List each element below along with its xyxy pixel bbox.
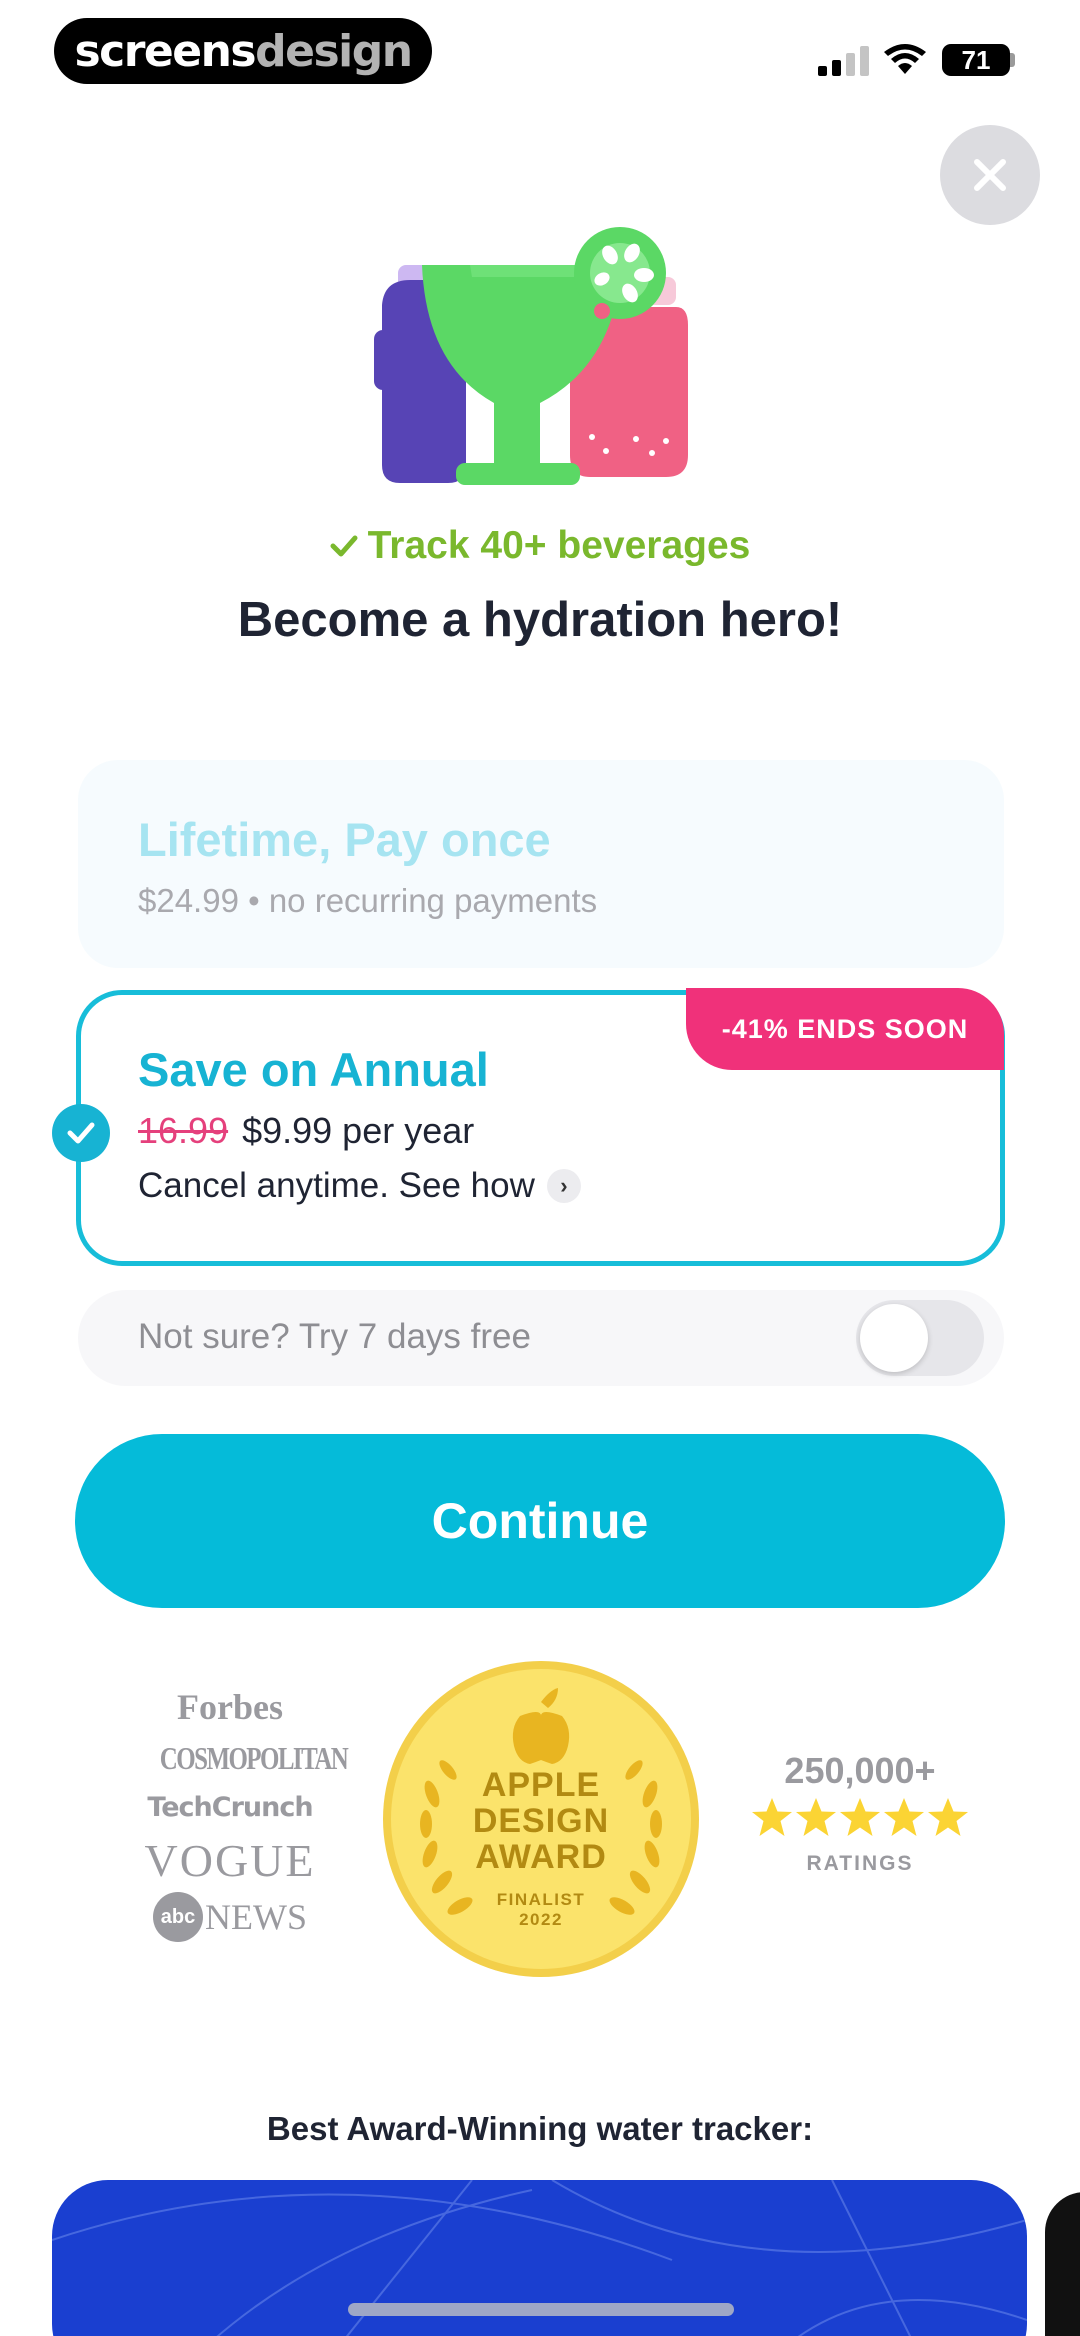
award-text-line1: APPLE (481, 1766, 601, 1804)
plan-annual-price: 16.99 $9.99 per year (138, 1110, 474, 1152)
award-finalist-label: FINALIST (496, 1890, 586, 1909)
free-trial-toggle[interactable] (856, 1300, 984, 1376)
star-icon (884, 1798, 924, 1836)
rating-stars (752, 1798, 968, 1836)
brand-primary-text: screens (74, 25, 256, 77)
plan-lifetime-title: Lifetime, Pay once (138, 813, 551, 866)
feature-text: Track 40+ beverages (367, 524, 751, 567)
battery-indicator: 71 (942, 44, 1010, 76)
original-price: 16.99 (138, 1110, 229, 1151)
battery-cap (1010, 53, 1015, 67)
feature-highlight: Track 40+ beverages (0, 524, 1080, 568)
check-icon (67, 1122, 95, 1144)
brand-secondary-text: design (255, 25, 413, 77)
free-trial-label: Not sure? Try 7 days free (138, 1317, 531, 1356)
beverages-illustration (374, 227, 688, 485)
ratings-count: 250,000+ (784, 1750, 936, 1791)
press-logo-abc-news: abc NEWS (140, 1892, 320, 1942)
discounted-price: $9.99 per year (242, 1110, 475, 1151)
home-indicator (348, 2303, 734, 2316)
ratings-label: RATINGS (806, 1852, 914, 1875)
wifi-icon (884, 44, 926, 74)
plan-option-lifetime[interactable]: Lifetime, Pay once $24.99 • no recurring… (78, 760, 1004, 968)
close-button[interactable] (940, 125, 1040, 225)
promo-card-next (1045, 2192, 1080, 2336)
chevron-right-icon: › (546, 1169, 581, 1203)
check-icon (330, 535, 358, 557)
star-icon (840, 1798, 880, 1836)
continue-button[interactable]: Continue (75, 1434, 1005, 1608)
award-text-line2: DESIGN (472, 1802, 610, 1840)
toggle-knob (860, 1304, 928, 1372)
star-icon (796, 1798, 836, 1836)
press-logo-forbes: Forbes (177, 1687, 283, 1727)
star-icon (928, 1798, 968, 1836)
plan-lifetime-subtitle: $24.99 • no recurring payments (138, 882, 598, 919)
cellular-signal-icon (818, 46, 869, 76)
cancel-anytime-text: Cancel anytime. See how (138, 1166, 535, 1205)
award-winning-caption: Best Award-Winning water tracker: (266, 2110, 814, 2147)
press-logo-techcrunch: TechCrunch (147, 1792, 313, 1823)
award-year: 2022 (519, 1910, 563, 1929)
brand-watermark: screens design (54, 18, 432, 84)
abc-logo-mark: abc (153, 1892, 203, 1942)
discount-badge: -41% ENDS SOON (686, 988, 1004, 1070)
plan-annual-title: Save on Annual (138, 1043, 489, 1096)
press-logo-vogue: VOGUE (144, 1835, 316, 1886)
page-title: Become a hydration hero! (237, 593, 843, 647)
press-logo-cosmopolitan: COSMOPOLITAN (159, 1740, 349, 1776)
award-text-line3: AWARD (475, 1838, 607, 1876)
close-icon (974, 159, 1006, 191)
star-icon (752, 1798, 792, 1836)
selected-check-indicator (52, 1104, 110, 1162)
abc-news-text: NEWS (205, 1897, 307, 1937)
cancel-anytime-link[interactable]: Cancel anytime. See how › (138, 1166, 581, 1206)
